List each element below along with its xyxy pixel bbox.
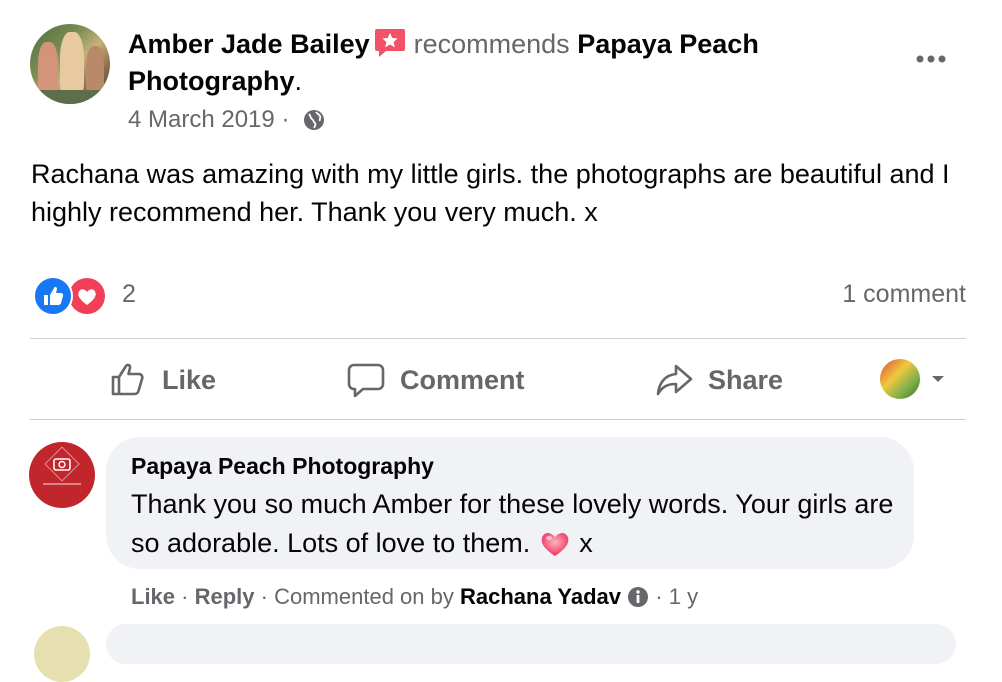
love-icon [67, 276, 107, 316]
date-separator: · [281, 106, 290, 133]
reaction-count[interactable]: 2 [122, 280, 136, 309]
info-icon[interactable] [627, 586, 649, 616]
like-icon [33, 276, 73, 316]
more-options-button[interactable] [912, 46, 952, 72]
divider-bottom [30, 419, 966, 420]
period: . [294, 66, 303, 96]
recommendation-icon [374, 28, 406, 58]
like-button[interactable]: Like [108, 360, 216, 400]
comment-text-end: x [571, 528, 593, 558]
comment-text: Thank you so much Amber for these lovely… [131, 485, 901, 569]
post-header-line: Amber Jade Bailey recommends Papaya Peach… [128, 26, 888, 100]
thumbs-up-icon [111, 363, 144, 396]
post-date[interactable]: 4 March 2019 [128, 106, 275, 133]
heart-emoji-icon [538, 528, 572, 569]
recommendation-post: Amber Jade Bailey recommends Papaya Peach… [0, 0, 1002, 682]
next-comment-bubble [106, 624, 956, 664]
share-button[interactable]: Share [654, 360, 783, 400]
responder-name[interactable]: Rachana Yadav [460, 584, 621, 609]
author-avatar[interactable] [30, 24, 110, 104]
divider-top [30, 338, 966, 339]
post-body: Rachana was amazing with my little girls… [31, 159, 950, 227]
comment-like-button[interactable]: Like [131, 584, 175, 609]
page-avatar[interactable] [29, 442, 95, 508]
comment-count-link[interactable]: 1 comment [842, 280, 966, 309]
share-arrow-icon [656, 364, 693, 396]
comment-bubble: Papaya Peach Photography Thank you so mu… [106, 437, 914, 569]
reaction-profile-selector[interactable] [880, 358, 950, 400]
author-name[interactable]: Amber Jade Bailey [128, 29, 370, 59]
next-comment-avatar[interactable] [34, 626, 90, 682]
more-dots-icon [916, 55, 946, 63]
comment-age[interactable]: 1 y [669, 584, 698, 609]
commented-on-by-label: Commented on by [274, 584, 454, 609]
meta-separator: · [181, 584, 189, 609]
globe-icon [302, 108, 326, 141]
comment-author[interactable]: Papaya Peach Photography [131, 453, 434, 480]
meta-separator: · [655, 584, 663, 609]
profile-mini-avatar [880, 359, 920, 399]
meta-separator: · [260, 584, 268, 609]
recommends-label: recommends [413, 29, 570, 59]
comment-reply-button[interactable]: Reply [195, 584, 255, 609]
post-date-line: 4 March 2019 · [128, 104, 326, 141]
share-label: Share [708, 364, 784, 395]
comment-meta: Like · Reply · Commented on by Rachana Y… [131, 582, 698, 616]
chevron-down-icon [932, 376, 944, 382]
speech-bubble-icon [347, 363, 385, 398]
comment-label: Comment [400, 364, 525, 395]
comment-text-main: Thank you so much Amber for these lovely… [131, 489, 894, 558]
comment-button[interactable]: Comment [346, 360, 525, 400]
like-label: Like [162, 364, 217, 395]
